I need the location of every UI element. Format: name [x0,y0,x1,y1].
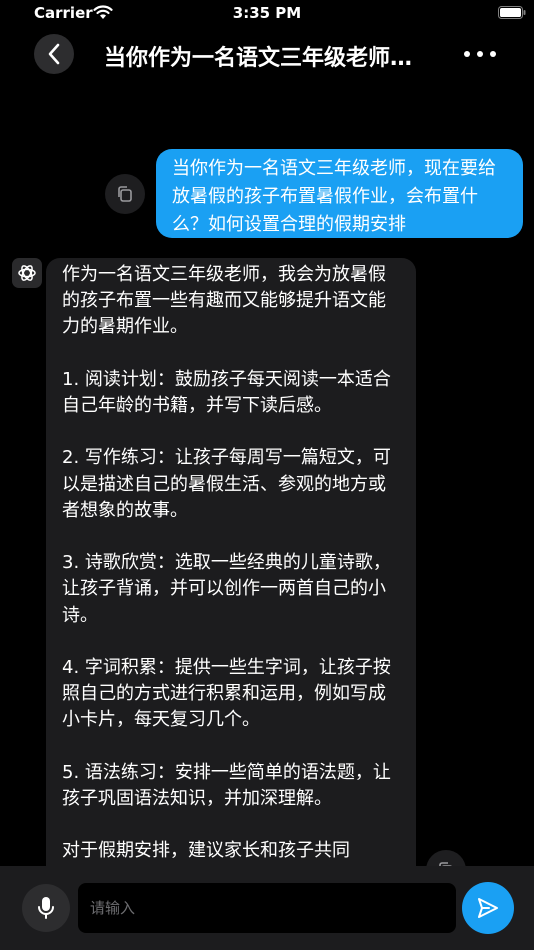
page-title: 当你作为一名语文三年级老师，现在要给放暑假的孩子布置暑假作业，会布置什么？如何设… [104,46,424,71]
more-horizontal-icon [464,51,470,57]
status-bar: Carrier 3:35 PM [0,0,534,28]
back-button[interactable] [34,34,74,74]
battery-icon [498,6,526,19]
navigation-header: 当你作为一名语文三年级老师，现在要给放暑假的孩子布置暑假作业，会布置什么？如何设… [0,28,534,84]
copy-icon [118,186,132,202]
bot-avatar [12,258,42,288]
user-message-bubble: 当你作为一名语文三年级老师，现在要给放暑假的孩子布置暑假作业，会布置什么？如何设… [156,149,523,238]
send-icon [478,898,498,918]
message-input[interactable] [78,883,456,933]
copy-user-message-button[interactable] [105,174,145,214]
voice-input-button[interactable] [22,884,70,932]
send-button[interactable] [462,882,514,934]
message-input-bar [0,866,534,950]
chevron-left-icon [48,43,60,65]
more-options-button[interactable] [462,44,498,64]
clock: 3:35 PM [232,4,302,22]
bot-message-bubble: 作为一名语文三年级老师，我会为放暑假的孩子布置一些有趣而又能够提升语文能力的暑期… [46,258,416,898]
microphone-icon [38,897,54,919]
openai-logo-icon [18,265,36,281]
bot-message-text: 作为一名语文三年级老师，我会为放暑假的孩子布置一些有趣而又能够提升语文能力的暑期… [62,264,391,862]
